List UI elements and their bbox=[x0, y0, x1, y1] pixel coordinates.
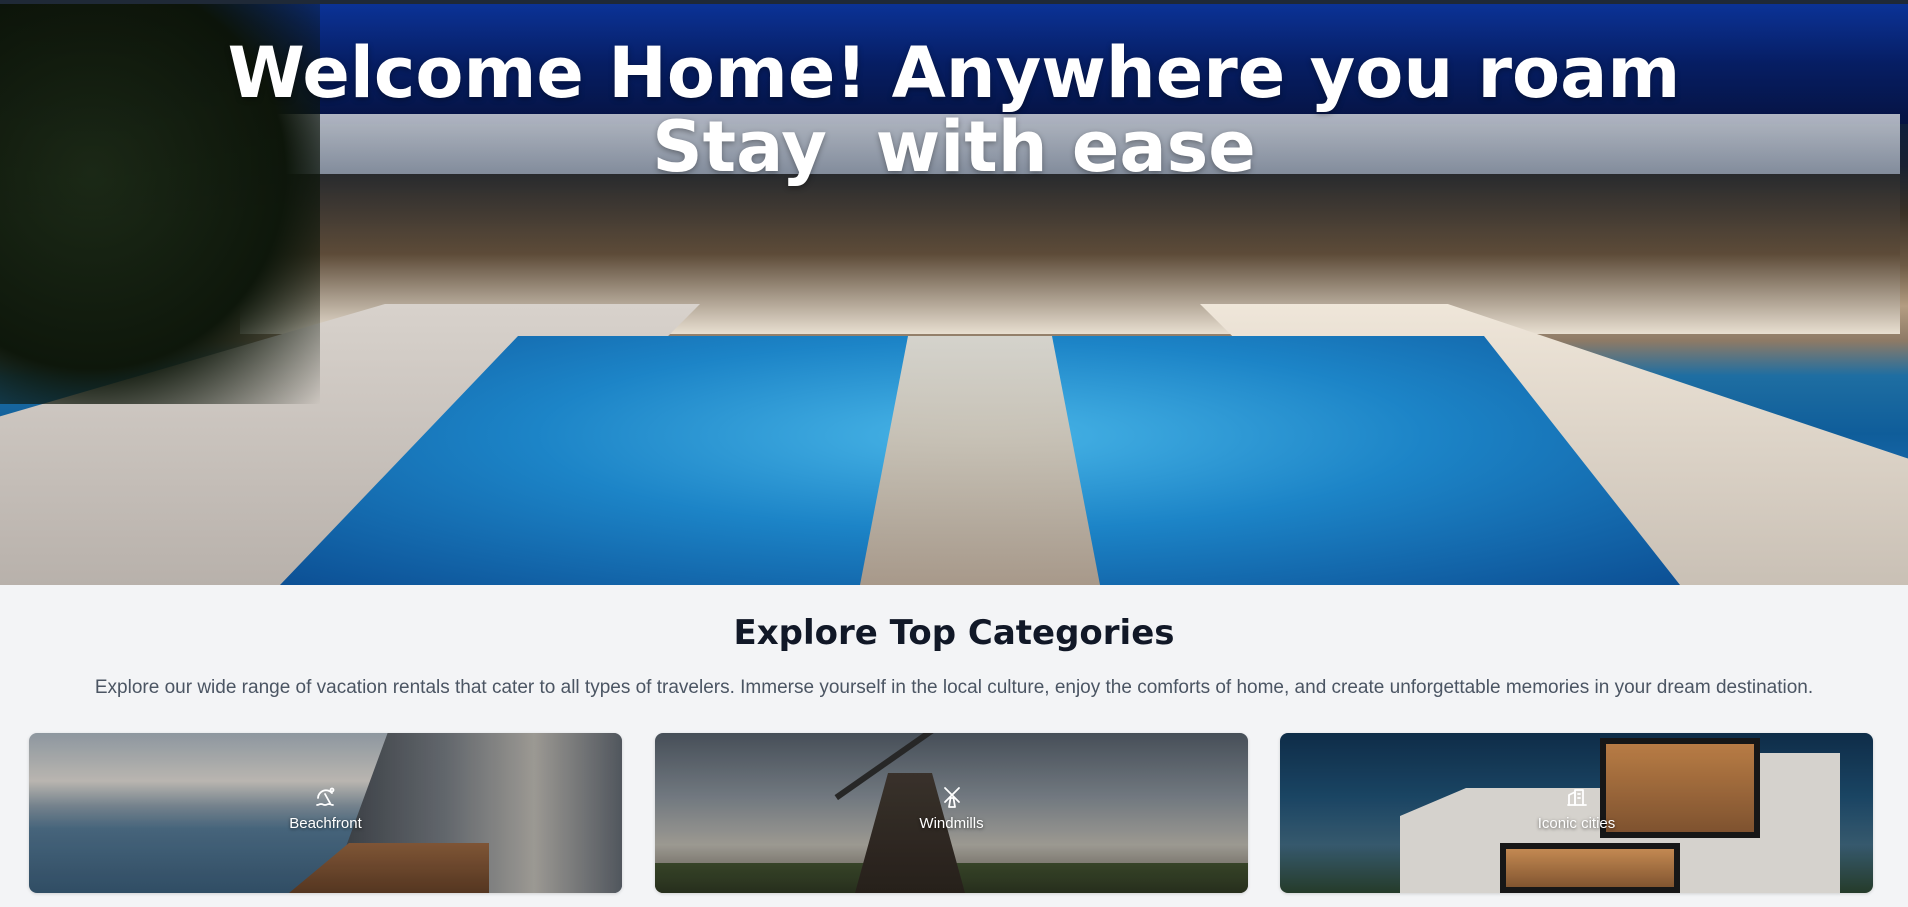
category-card-iconic-cities[interactable]: Iconic cities bbox=[1280, 733, 1873, 893]
hero-title: Welcome Home! Anywhere you roam Stay wit… bbox=[0, 36, 1908, 184]
windmill-icon bbox=[943, 787, 960, 808]
hero-title-line-1: Welcome Home! Anywhere you roam bbox=[227, 32, 1681, 114]
city-buildings-icon bbox=[1566, 789, 1587, 806]
card-overlay bbox=[655, 733, 1248, 893]
category-label: Beachfront bbox=[289, 815, 362, 832]
beach-umbrella-icon bbox=[315, 787, 334, 806]
card-overlay bbox=[29, 733, 622, 893]
category-cards: Beachfront Windmills Iconic cities bbox=[29, 733, 1873, 893]
section-title: Explore Top Categories bbox=[733, 613, 1175, 653]
category-card-windmills[interactable]: Windmills bbox=[655, 733, 1248, 893]
hero-banner: Welcome Home! Anywhere you roam Stay wit… bbox=[0, 4, 1908, 585]
category-label: Windmills bbox=[919, 815, 984, 832]
category-label: Iconic cities bbox=[1537, 815, 1616, 832]
hero-title-line-2: Stay with ease bbox=[652, 106, 1256, 188]
categories-section: Explore Top Categories Explore our wide … bbox=[0, 585, 1908, 907]
category-card-beachfront[interactable]: Beachfront bbox=[29, 733, 622, 893]
card-overlay bbox=[1280, 733, 1873, 893]
section-description: Explore our wide range of vacation renta… bbox=[94, 677, 1814, 698]
